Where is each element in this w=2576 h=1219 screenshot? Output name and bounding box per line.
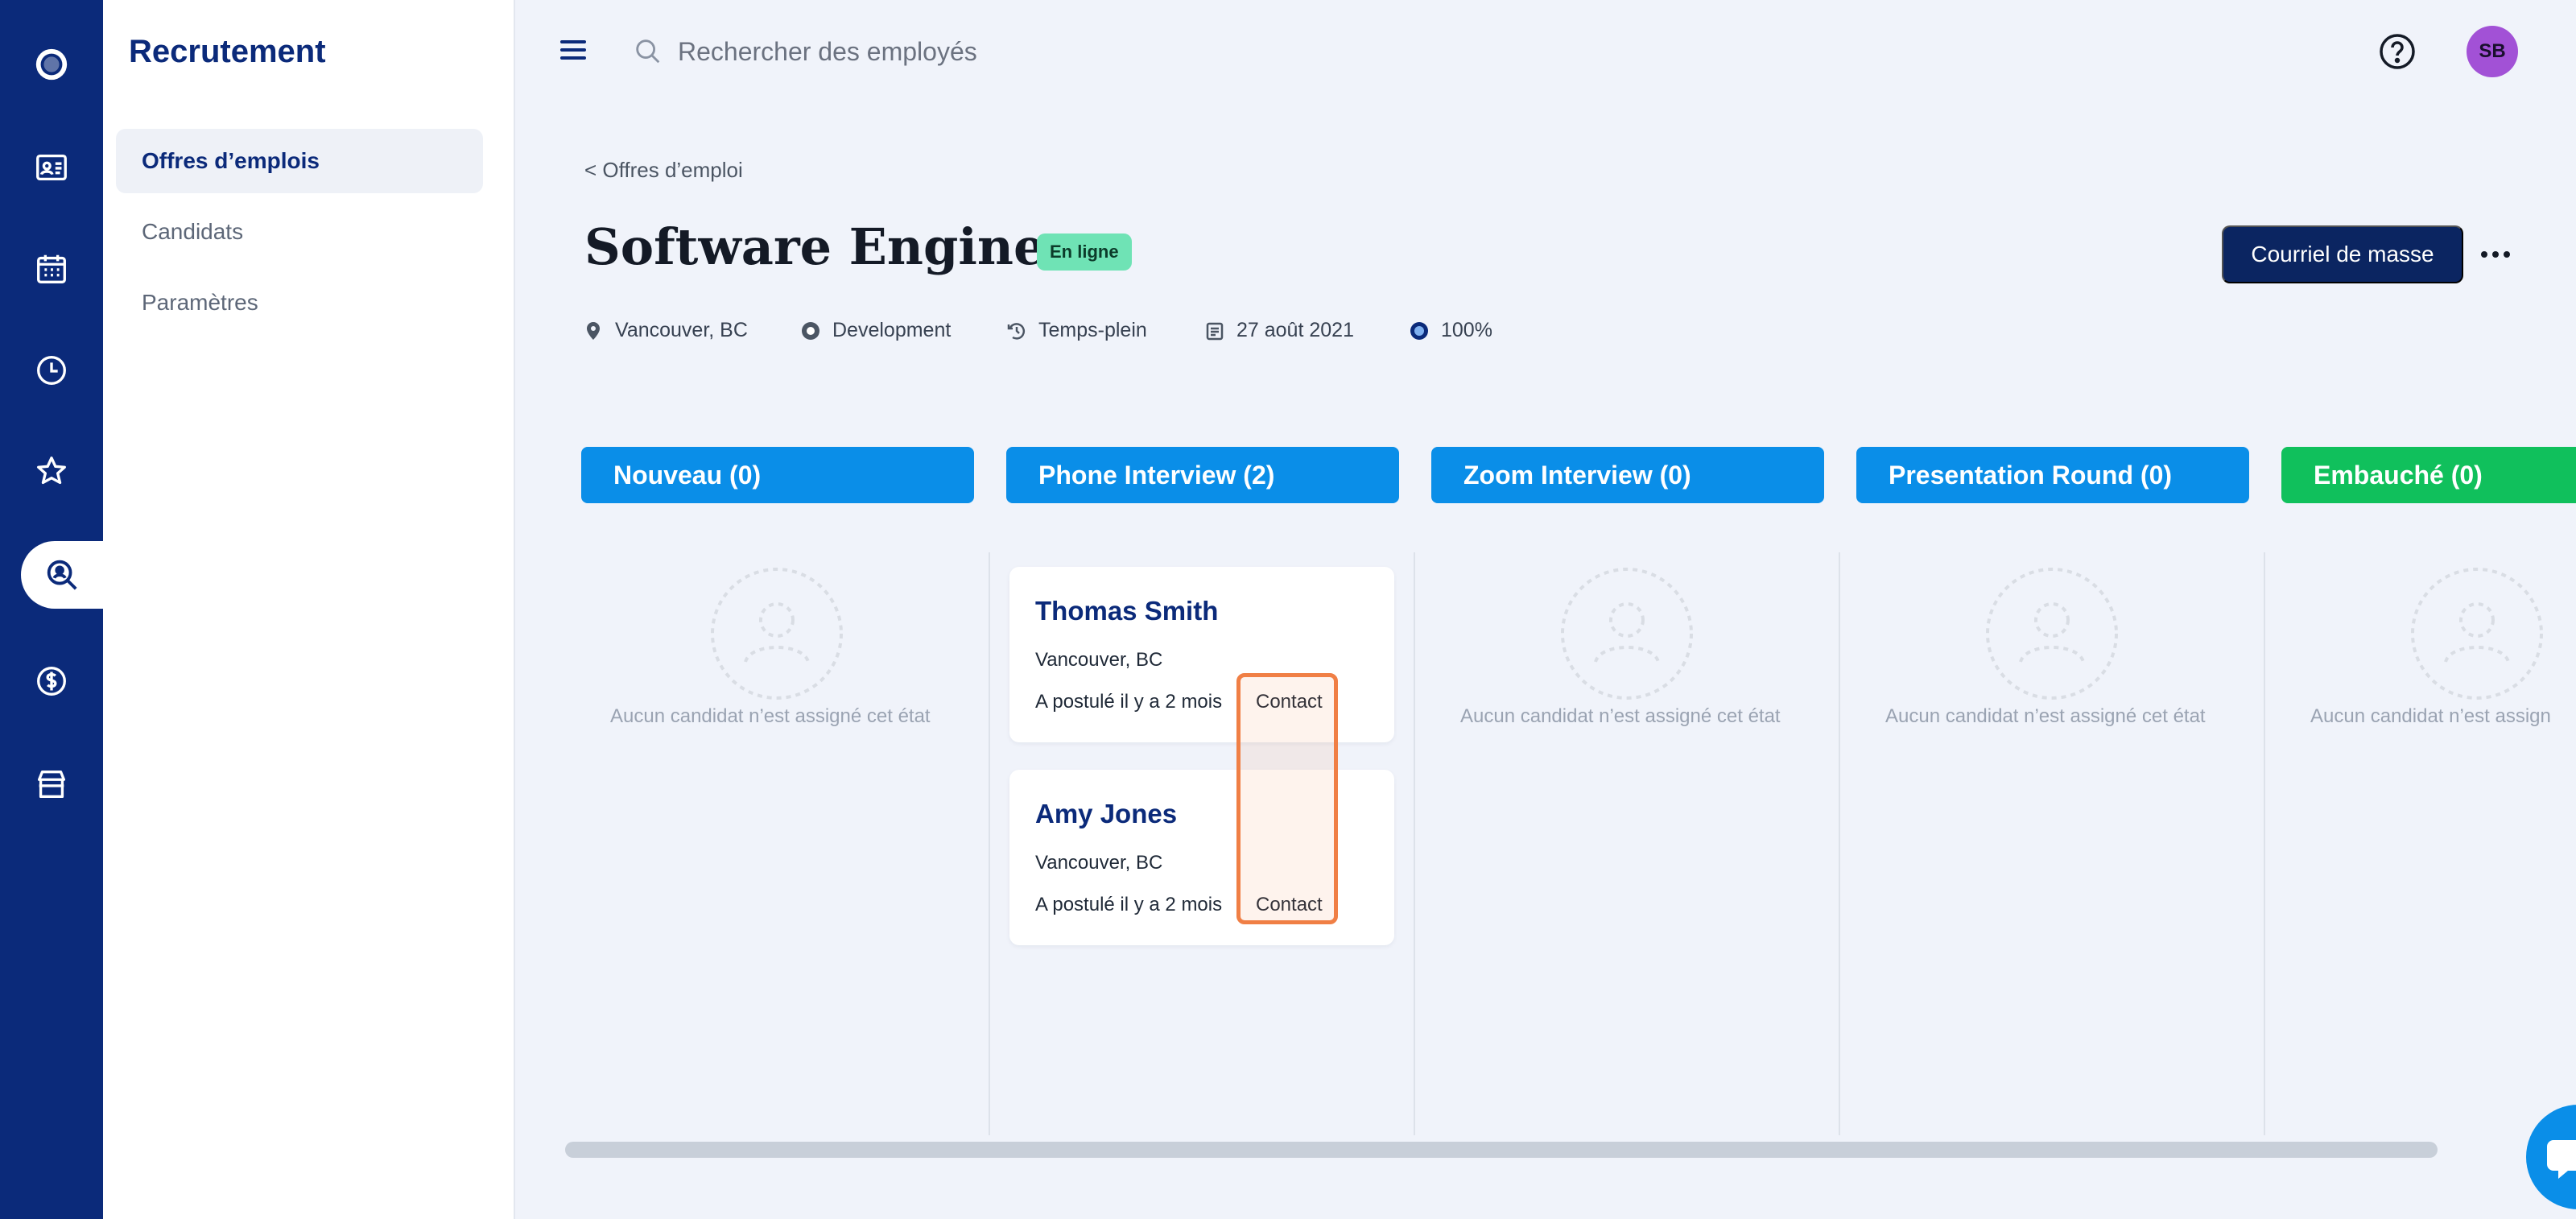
meta-location: Vancouver, BC [583,319,748,342]
calendar-icon[interactable] [0,235,103,303]
column-divider [989,552,990,1135]
empty-user-icon [1986,568,2118,700]
app-logo-icon[interactable] [0,31,103,98]
candidate-location: Vancouver, BC [1035,852,1163,874]
empty-user-icon [1561,568,1693,700]
horizontal-scrollbar[interactable] [565,1142,2438,1158]
column-divider [1839,552,1840,1135]
column-header-hired[interactable]: Embauché (0) [2281,447,2576,503]
page-title: Software Engineer [584,217,1104,276]
hamburger-menu-icon[interactable] [560,34,592,66]
status-badge: En ligne [1037,233,1132,271]
candidate-name[interactable]: Thomas Smith [1035,596,1218,626]
search-bar [633,29,1357,74]
employee-card-icon[interactable] [0,134,103,201]
department-icon [802,321,819,340]
dollar-icon[interactable] [0,647,103,715]
candidate-applied: A postulé il y a 2 mois [1035,691,1223,713]
meta-department-text: Development [832,319,952,341]
meta-date-text: 27 août 2021 [1236,319,1354,341]
candidate-location: Vancouver, BC [1035,649,1163,671]
clock-icon[interactable] [0,337,103,404]
date-icon [1206,322,1224,340]
meta-date: 27 août 2021 [1204,319,1354,342]
empty-state-text: Aucun candidat n’est assigné cet état [1885,705,2206,727]
empty-state-text: Aucun candidat n’est assigné cet état [610,705,931,727]
schedule-icon [1007,322,1026,340]
chat-icon [2547,1140,2576,1179]
meta-type: Temps-plein [1006,319,1147,342]
contact-highlight [1236,673,1338,924]
meta-department: Development [800,319,951,342]
location-pin-icon [587,321,600,340]
column-header-phone-interview[interactable]: Phone Interview (2) [1006,447,1399,503]
sidebar: Recrutement Offres d’emplois Candidats P… [103,0,515,1219]
candidate-name[interactable]: Amy Jones [1035,799,1177,829]
meta-percent-text: 100% [1441,319,1492,341]
help-icon[interactable] [2378,32,2417,71]
more-options-icon[interactable] [2476,238,2515,271]
empty-user-icon [711,568,843,700]
store-icon[interactable] [0,750,103,818]
candidate-applied: A postulé il y a 2 mois [1035,894,1223,915]
meta-type-text: Temps-plein [1038,319,1147,341]
recruitment-search-icon[interactable] [21,541,103,609]
star-icon[interactable] [0,438,103,506]
column-divider [2264,552,2265,1135]
meta-percent: 100% [1409,319,1492,342]
column-divider [1414,552,1415,1135]
search-icon [636,39,660,64]
chat-widget-button[interactable] [2526,1105,2576,1209]
sidebar-item-job-offers[interactable]: Offres d’emplois [116,129,483,193]
sidebar-item-candidates[interactable]: Candidats [116,200,483,264]
avatar[interactable]: SB [2467,26,2518,77]
search-input[interactable] [678,36,1322,67]
sidebar-item-settings[interactable]: Paramètres [116,271,483,335]
meta-location-text: Vancouver, BC [615,319,748,341]
empty-state-text: Aucun candidat n’est assigné cet état [1460,705,1781,727]
empty-state-text: Aucun candidat n’est assign [2310,705,2551,727]
app-rail [0,0,103,1219]
column-header-presentation-round[interactable]: Presentation Round (0) [1856,447,2249,503]
sidebar-title: Recrutement [129,34,326,69]
mass-email-button[interactable]: Courriel de masse [2222,225,2463,283]
column-header-zoom-interview[interactable]: Zoom Interview (0) [1431,447,1824,503]
breadcrumb[interactable]: < Offres d’emploi [584,158,743,183]
progress-ring-icon [1410,321,1428,340]
column-header-new[interactable]: Nouveau (0) [581,447,974,503]
empty-user-icon [2411,568,2543,700]
